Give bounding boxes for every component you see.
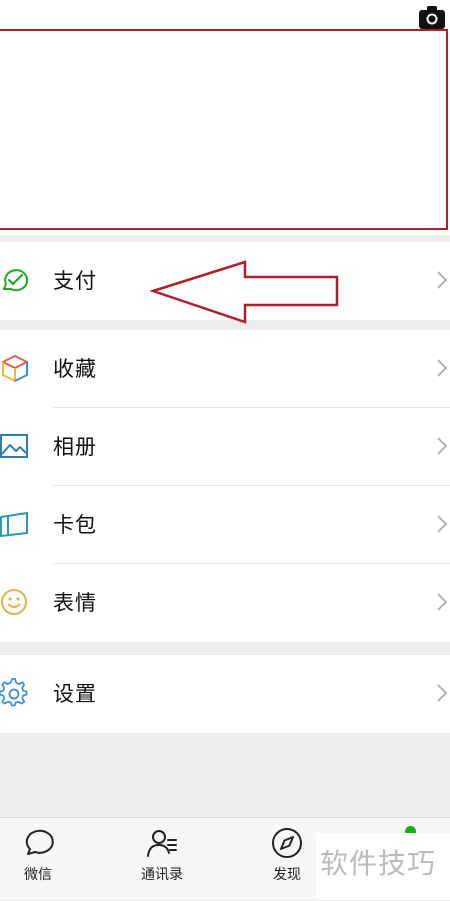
smiley-icon [1,589,27,615]
menu-item-settings[interactable]: 设置 [0,655,450,733]
annotation-highlight-box [0,29,448,230]
menu-item-label: 设置 [53,682,97,706]
chevron-right-icon [437,593,448,611]
menu-item-label: 卡包 [53,513,97,537]
tab-chats[interactable]: 微信 [0,818,78,901]
menu-item-label: 相册 [53,435,97,459]
menu-item-label: 收藏 [53,357,97,381]
annotation-arrow [150,260,339,324]
watermark: 软件技巧 [316,833,450,900]
tab-label: 微信 [24,867,52,883]
watermark-text: 软件技巧 [320,847,437,880]
compass-icon [272,828,302,858]
chevron-right-icon [437,684,448,702]
chat-bubble-icon [25,829,54,855]
favorites-cube-icon [2,355,28,382]
chevron-right-icon [437,437,448,455]
contacts-icon [147,830,177,857]
menu-item-stickers[interactable]: 表情 [0,564,450,642]
card-wallet-icon [0,512,28,537]
chevron-right-icon [437,271,448,289]
menu-item-label: 支付 [53,269,97,293]
tab-label: 通讯录 [141,867,183,883]
chevron-right-icon [437,359,448,377]
gear-icon [0,678,28,707]
camera-icon[interactable] [418,4,446,30]
chevron-right-icon [437,515,448,533]
wechat-pay-icon [2,269,29,292]
menu-item-album[interactable]: 相册 [0,408,450,486]
album-image-icon [0,434,28,458]
menu-group: 收藏 相册 卡包 表情 [0,330,450,642]
tab-discover[interactable]: 发现 [247,818,327,901]
menu-item-favorites[interactable]: 收藏 [0,330,450,408]
menu-item-label: 表情 [53,591,97,615]
tab-label: 发现 [273,867,301,883]
settings-group: 设置 [0,655,450,733]
menu-item-cards[interactable]: 卡包 [0,486,450,564]
tab-contacts[interactable]: 通讯录 [122,818,202,901]
